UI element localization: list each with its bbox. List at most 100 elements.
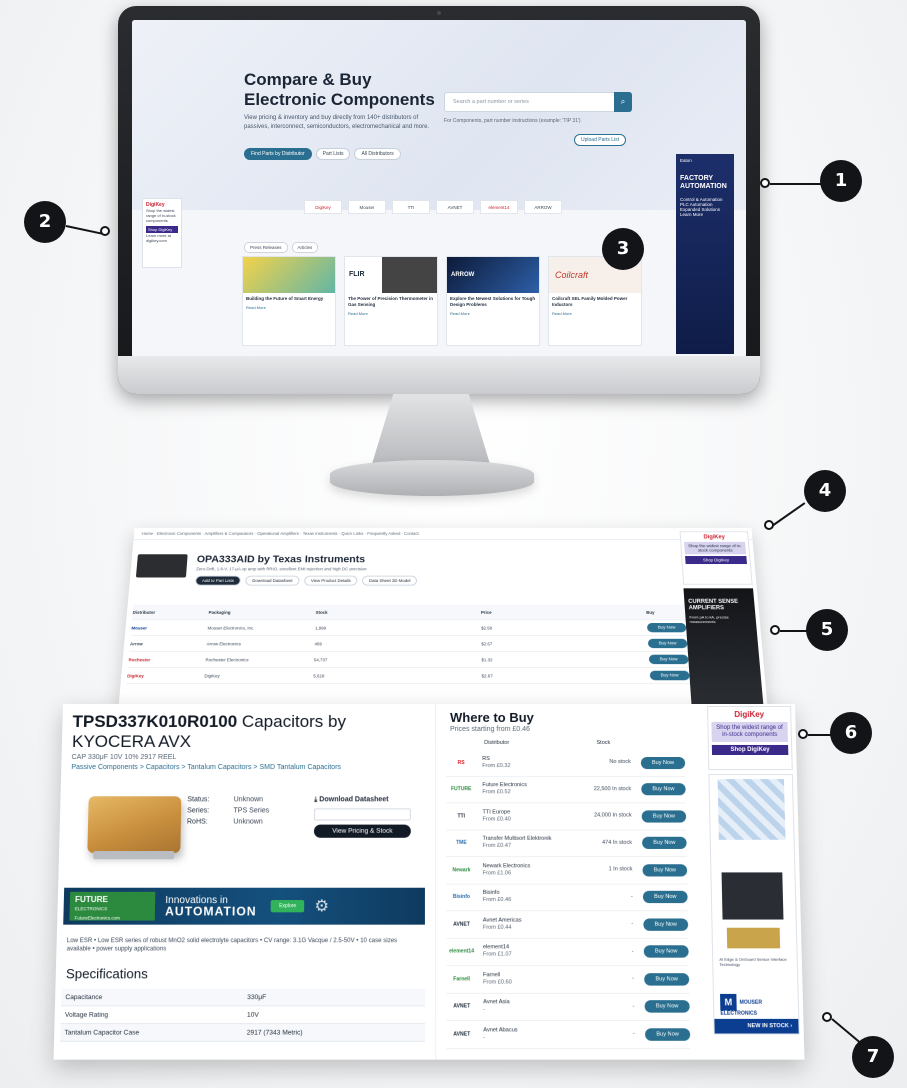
card-image	[243, 257, 335, 293]
read-more-link[interactable]: Read More	[345, 311, 437, 316]
buy-now-button[interactable]: Buy Now	[641, 783, 685, 795]
part-page-opa333: Home · Electronic Components · Amplifier…	[118, 528, 768, 712]
card-title: Explore the Newest Solutions for Tough D…	[447, 293, 539, 311]
read-more-link[interactable]: Read More	[243, 305, 335, 310]
find-parts-button[interactable]: Find Parts by Distributor	[244, 148, 312, 160]
shop-digikey-button[interactable]: Shop DigiKey	[146, 226, 178, 233]
buy-now-button[interactable]: Buy Now	[643, 891, 688, 903]
price-from: From £1.07	[483, 952, 512, 958]
distributor-logo[interactable]: TTI	[446, 810, 476, 822]
stock-value: 24,000 In stock	[589, 813, 631, 820]
distributor-logo[interactable]: Bisinfo	[446, 891, 476, 903]
part-list-select[interactable]	[314, 808, 411, 820]
page-title: OPA333AID by Texas Instruments	[196, 554, 365, 565]
ad-board-image	[722, 872, 784, 919]
logo-tti[interactable]: TTI	[392, 200, 430, 214]
col-buy: Buy	[646, 610, 685, 615]
status-key: RoHS:	[187, 816, 223, 827]
upload-parts-button[interactable]: Upload Parts List	[574, 134, 626, 146]
buy-now-button[interactable]: Buy Now	[644, 946, 689, 958]
buy-now-button[interactable]: Buy Now	[642, 837, 687, 849]
card-title: The Power of Precision Thermometer in Ga…	[345, 293, 437, 311]
breadcrumb[interactable]: Passive Components > Capacitors > Tantal…	[71, 764, 341, 771]
distributor-logo[interactable]: DigiKey	[127, 673, 205, 678]
ad-future-automation[interactable]: FUTURE ELECTRONICS FutureElectronics.com I…	[63, 888, 425, 925]
ad-eaton-right[interactable]: Eaton FACTORY AUTOMATION Control & Autom…	[676, 154, 734, 354]
callout-6: 6	[830, 712, 872, 754]
distributor-logo[interactable]: element14	[446, 946, 477, 958]
ad-current-sense[interactable]: CURRENT SENSE AMPLIFIERS From pA to kA, …	[683, 588, 763, 708]
buy-now-button[interactable]: Buy Now	[650, 671, 690, 681]
distributor-logo[interactable]: TME	[446, 837, 476, 849]
news-card[interactable]: ARROW Explore the Newest Solutions for T…	[446, 256, 540, 346]
download-datasheet-link[interactable]: ⤓ Download Datasheet	[314, 796, 388, 804]
distributor-logo[interactable]: Farnell	[446, 973, 477, 985]
buy-now-button[interactable]: Buy Now	[649, 655, 689, 664]
news-card[interactable]: Coilcraft Coilcraft XEL Family Molded Po…	[548, 256, 642, 346]
buy-now-button[interactable]: Buy Now	[645, 1000, 690, 1012]
distributor-info: Avnet Abacus -	[477, 1027, 592, 1042]
distributor-name: Arrow Electronics	[206, 641, 314, 646]
logo-avnet[interactable]: AVNET	[436, 200, 474, 214]
read-more-link[interactable]: Read More	[549, 311, 641, 316]
news-card[interactable]: FLIR The Power of Precision Thermometer …	[344, 256, 438, 346]
distributor-info: Farnell From £0.60	[477, 972, 591, 987]
distributor-logo[interactable]: AVNET	[446, 1028, 477, 1041]
buy-now-button[interactable]: Buy Now	[647, 623, 687, 632]
news-card[interactable]: Building the Future of Smart Energy Read…	[242, 256, 336, 346]
distributor-logo[interactable]: Newark	[446, 864, 476, 876]
callout-dot-6	[798, 729, 808, 739]
logo-mouser[interactable]: Mouser	[348, 200, 386, 214]
part-lists-button[interactable]: Part Lists	[316, 148, 351, 160]
ad-digikey-side[interactable]: DigiKey Shop the widest range of in-stoc…	[707, 706, 793, 770]
tab-articles[interactable]: Articles	[292, 242, 319, 253]
logo-element14[interactable]: element14	[480, 200, 518, 214]
search-icon[interactable]: ⌕	[614, 92, 632, 112]
view-pricing-button[interactable]: View Pricing & Stock	[314, 825, 411, 838]
distributor-logo[interactable]: Rochester	[128, 657, 205, 662]
spec-key: Capacitance	[65, 993, 247, 1000]
explore-button[interactable]: Explore	[271, 900, 305, 912]
logo-arrow[interactable]: ARROW	[524, 200, 562, 214]
ad-mouser[interactable]: AI Edge & OnGuard Sensor Interface Techn…	[708, 774, 799, 1034]
new-in-stock-button[interactable]: NEW IN STOCK ›	[714, 1019, 798, 1034]
banner-headline: Innovations in AUTOMATION	[165, 894, 257, 918]
read-more-link[interactable]: Read More	[447, 311, 539, 316]
ad-digikey-top[interactable]: DigiKey Shop the widest range of in-stoc…	[680, 531, 753, 584]
3d-model-button[interactable]: Data Sheet 3D Model	[362, 576, 417, 586]
distributor-row: Newark Newark Electronics From £1.06 1 In s…	[446, 857, 687, 884]
buy-now-button[interactable]: Buy Now	[645, 1028, 690, 1041]
shop-digikey-button[interactable]: Shop DigiKey	[712, 745, 788, 755]
logo-digikey[interactable]: DigiKey	[304, 200, 342, 214]
buy-now-button[interactable]: Buy Now	[642, 864, 687, 876]
tab-press-releases[interactable]: Press Releases	[244, 242, 288, 253]
where-to-buy-panel: Where to Buy Prices starting from £0.46 …	[435, 704, 704, 1060]
buy-now-button[interactable]: Buy Now	[642, 810, 687, 822]
distributor-logo[interactable]: AVNET	[446, 1000, 477, 1012]
buy-now-button[interactable]: Buy Now	[644, 973, 689, 985]
col-packaging: Packaging	[209, 610, 316, 615]
view-product-details-button[interactable]: View Product Details	[304, 576, 358, 586]
buy-now-button[interactable]: Buy Now	[641, 757, 685, 769]
distributor-logo[interactable]: Mouser	[131, 625, 208, 630]
status-row: Status: Unknown	[187, 794, 269, 805]
add-to-part-lists-button[interactable]: Add to Part Lists	[195, 576, 241, 586]
buy-now-button[interactable]: Buy Now	[643, 918, 688, 930]
distributor-logo[interactable]: RS	[446, 757, 476, 769]
distributor-logo[interactable]: Arrow	[130, 641, 207, 646]
col-stock: Stock	[316, 610, 481, 615]
price-from: From £0.47	[483, 843, 511, 849]
download-datasheet-button[interactable]: Download Datasheet	[245, 576, 299, 586]
search-input[interactable]: Search a part number or series	[444, 92, 632, 112]
price-value: $1.32	[481, 657, 649, 662]
price-from: From £0.44	[483, 924, 512, 930]
top-nav[interactable]: Home · Electronic Components · Amplifier…	[133, 528, 752, 540]
buy-now-button[interactable]: Buy Now	[648, 639, 688, 648]
distributor-logo[interactable]: AVNET	[446, 918, 477, 930]
all-distributors-button[interactable]: All Distributors	[354, 148, 400, 160]
callout-1: 1	[820, 160, 862, 202]
distributor-logo[interactable]: FUTURE	[446, 783, 476, 795]
callout-leader-1	[770, 183, 822, 185]
ad-digikey-left[interactable]: DigiKey Shop the widest range of in-stoc…	[142, 198, 182, 268]
shop-digikey-button[interactable]: Shop DigiKey	[685, 556, 747, 564]
